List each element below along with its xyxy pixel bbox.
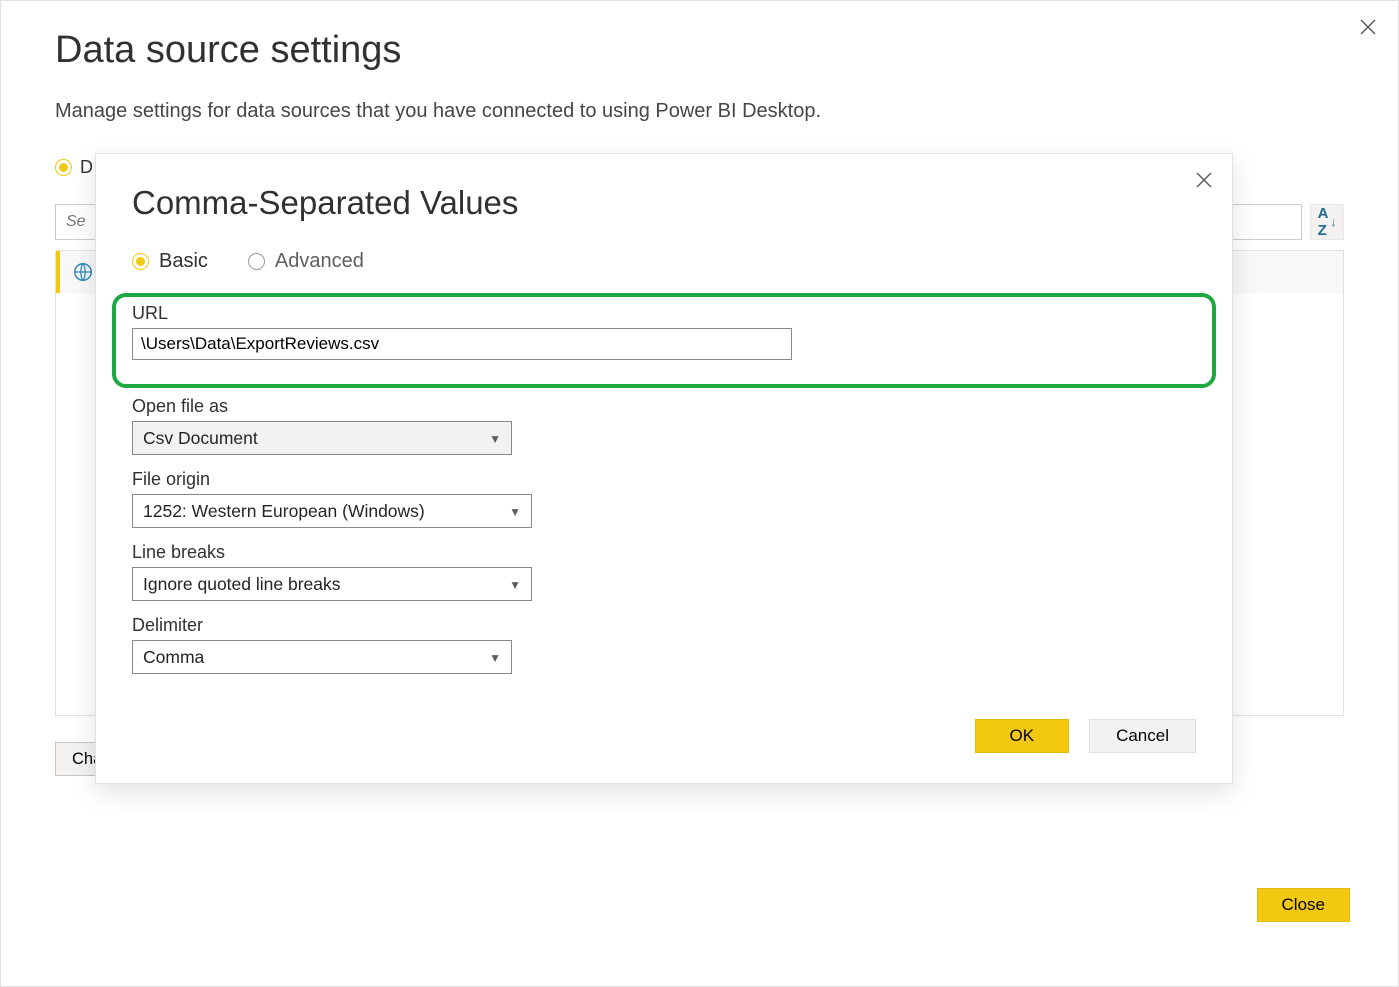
url-highlight: URL bbox=[112, 293, 1216, 388]
page-description: Manage settings for data sources that yo… bbox=[55, 100, 1344, 123]
open-as-dropdown[interactable]: Csv Document ▼ bbox=[132, 421, 512, 455]
chevron-down-icon: ▼ bbox=[509, 578, 521, 592]
sort-button[interactable]: AZ ↓ bbox=[1310, 204, 1344, 240]
cancel-button[interactable]: Cancel bbox=[1089, 719, 1196, 753]
radio-icon bbox=[132, 253, 149, 270]
chevron-down-icon: ▼ bbox=[489, 432, 501, 446]
csv-settings-modal: Comma-Separated Values Basic Advanced UR… bbox=[95, 153, 1233, 784]
mode-advanced[interactable]: Advanced bbox=[248, 250, 364, 273]
modal-close-icon[interactable] bbox=[1192, 168, 1216, 192]
close-button[interactable]: Close bbox=[1257, 888, 1350, 922]
mode-basic[interactable]: Basic bbox=[132, 250, 208, 273]
radio-icon bbox=[248, 253, 265, 270]
radio-icon[interactable] bbox=[55, 159, 72, 176]
open-as-value: Csv Document bbox=[143, 428, 258, 449]
delimiter-value: Comma bbox=[143, 647, 204, 668]
line-breaks-label: Line breaks bbox=[132, 542, 1196, 563]
arrow-down-icon: ↓ bbox=[1330, 215, 1336, 229]
globe-icon bbox=[72, 261, 94, 283]
line-breaks-value: Ignore quoted line breaks bbox=[143, 574, 341, 595]
ok-button[interactable]: OK bbox=[975, 719, 1070, 753]
delimiter-label: Delimiter bbox=[132, 615, 1196, 636]
chevron-down-icon: ▼ bbox=[489, 651, 501, 665]
delimiter-dropdown[interactable]: Comma ▼ bbox=[132, 640, 512, 674]
open-as-label: Open file as bbox=[132, 396, 1196, 417]
line-breaks-dropdown[interactable]: Ignore quoted line breaks ▼ bbox=[132, 567, 532, 601]
mode-basic-label: Basic bbox=[159, 250, 208, 273]
close-icon[interactable] bbox=[1356, 15, 1380, 39]
url-input[interactable] bbox=[132, 328, 792, 360]
search-placeholder: Se bbox=[66, 213, 86, 231]
scope-label-fragment: D bbox=[80, 157, 93, 178]
page-title: Data source settings bbox=[55, 29, 1344, 72]
modal-title: Comma-Separated Values bbox=[132, 184, 1196, 222]
url-label: URL bbox=[132, 303, 1196, 324]
file-origin-dropdown[interactable]: 1252: Western European (Windows) ▼ bbox=[132, 494, 532, 528]
sort-az-icon: AZ bbox=[1318, 205, 1329, 239]
chevron-down-icon: ▼ bbox=[509, 505, 521, 519]
file-origin-label: File origin bbox=[132, 469, 1196, 490]
mode-advanced-label: Advanced bbox=[275, 250, 364, 273]
file-origin-value: 1252: Western European (Windows) bbox=[143, 501, 425, 522]
